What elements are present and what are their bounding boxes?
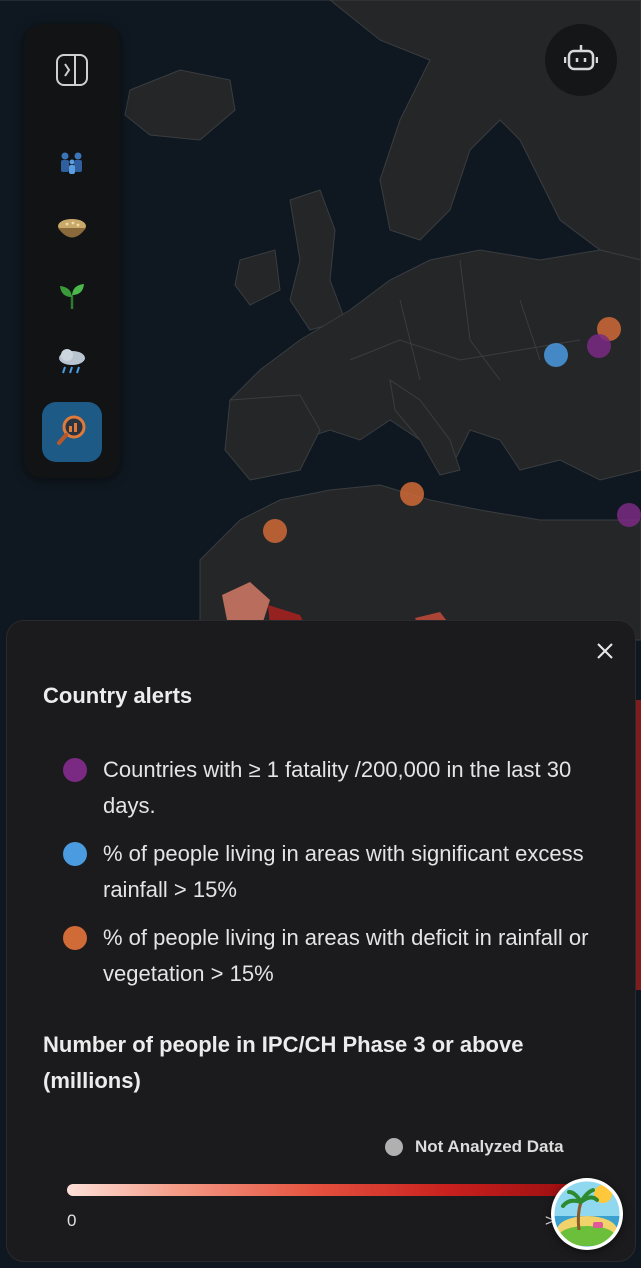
magnifier-chart-icon [55, 413, 89, 452]
seedling-icon [57, 281, 87, 316]
robot-icon [563, 43, 599, 78]
sidebar-item-rainfall[interactable] [42, 334, 102, 394]
sidebar-item-food[interactable] [42, 202, 102, 262]
scale-min-label: 0 [67, 1211, 77, 1230]
alert-marker-purple[interactable] [617, 503, 641, 527]
legend-panel: Country alerts Countries with ≥ 1 fatali… [6, 620, 636, 1262]
not-analyzed-legend: Not Analyzed Data [385, 1137, 564, 1157]
sidebar-item-vegetation[interactable] [42, 268, 102, 328]
gray-dot-icon [385, 1138, 403, 1156]
alert-marker-purple[interactable] [587, 334, 611, 358]
close-button[interactable] [591, 639, 619, 667]
alert-marker-orange[interactable] [400, 482, 424, 506]
sidebar-item-population[interactable] [42, 136, 102, 196]
blue-dot-icon [63, 842, 87, 866]
ipc-title: Number of people in IPC/CH Phase 3 or ab… [43, 1032, 524, 1093]
alert-marker-blue[interactable] [544, 343, 568, 367]
country-alerts-title: Country alerts [43, 683, 193, 708]
legend-item-deficit: % of people living in areas with deficit… [63, 920, 593, 992]
sidebar-item-alerts[interactable] [42, 402, 102, 462]
chatbot-button[interactable] [545, 24, 617, 96]
sidebar-toggle-button[interactable] [42, 42, 102, 102]
purple-dot-icon [63, 758, 87, 782]
people-icon [56, 148, 88, 185]
legend-item-excess-rainfall: % of people living in areas with signifi… [63, 836, 593, 908]
sidebar-expand-icon [55, 53, 89, 92]
not-analyzed-label: Not Analyzed Data [415, 1137, 564, 1156]
avatar[interactable] [551, 1178, 623, 1250]
food-bowl-icon [55, 215, 89, 250]
alert-marker-orange[interactable] [263, 519, 287, 543]
close-icon [596, 642, 614, 665]
legend-item-fatality: Countries with ≥ 1 fatality /200,000 in … [63, 752, 593, 824]
layer-sidebar [24, 24, 120, 478]
orange-dot-icon [63, 926, 87, 950]
rain-cloud-icon [56, 347, 88, 382]
ipc-gradient-bar [67, 1184, 577, 1196]
